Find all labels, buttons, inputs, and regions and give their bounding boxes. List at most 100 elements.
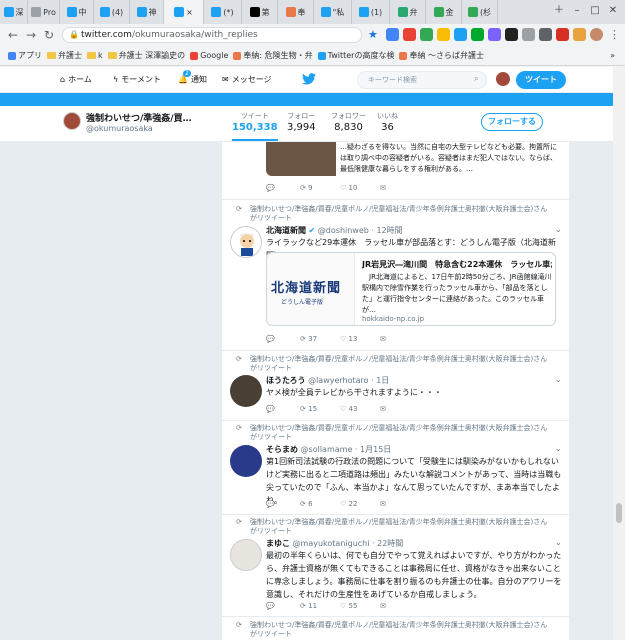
tweet-timestamp[interactable]: 22時間 [377,539,403,548]
retweet-action[interactable]: ⟳ 6 [300,500,340,508]
browser-tab[interactable]: 中 [60,0,94,24]
retweet-action[interactable]: ⟳ 37 [300,335,340,343]
message-icon[interactable]: ✉ [380,184,386,192]
forward-icon[interactable]: → [26,28,36,42]
browser-tab[interactable]: (*) [204,0,242,24]
search-icon[interactable]: ⌕ [474,74,479,84]
chevron-down-icon[interactable]: ⌄ [555,444,562,453]
chevron-down-icon[interactable]: ⌄ [555,225,562,234]
extension-icon[interactable] [505,28,518,41]
bookmark-item[interactable]: 奉納: 危険生物・弁 [233,50,313,61]
browser-tab[interactable]: (4) [94,0,130,24]
browser-tab[interactable]: 弁 [390,0,426,24]
extension-icon[interactable] [420,28,433,41]
tweet-author-name[interactable]: まゆこ [266,539,290,548]
chevron-down-icon[interactable]: ⌄ [555,375,562,384]
browser-tab[interactable]: Pro [28,0,60,24]
browser-tab[interactable]: 金 [426,0,462,24]
bookmark-star-icon[interactable]: ★ [368,28,378,42]
extension-icon[interactable] [539,28,552,41]
tweet-avatar[interactable] [230,539,262,571]
extension-icon[interactable] [403,28,416,41]
message-icon[interactable]: ✉ [380,500,386,508]
message-icon[interactable]: ✉ [380,405,386,413]
nav-notifications[interactable]: 🔔 2 通知 [178,70,207,85]
menu-icon[interactable]: ⋮ [609,28,620,42]
tweet-avatar[interactable] [230,375,262,407]
message-icon[interactable]: ✉ [380,335,386,343]
like-action[interactable]: ♡ 10 [340,184,380,192]
tweet-author-handle[interactable]: @mayukotaniguchi [293,539,370,548]
tweet-timestamp[interactable]: 12時間 [376,226,402,235]
reply-icon[interactable]: 💬 [266,602,300,610]
maximize-button[interactable]: □ [587,3,603,19]
profile-stat[interactable]: いいね 36 [377,111,398,133]
tweet-author-name[interactable]: そらまめ [266,445,298,454]
like-action[interactable]: ♡ 55 [340,602,380,610]
tweet-timestamp[interactable]: 1日 [376,376,389,385]
retweet-action[interactable]: ⟳ 15 [300,405,340,413]
tweet-author-handle[interactable]: @lawyerhotaro [308,376,368,385]
bookmark-item[interactable]: Google [190,51,228,60]
retweet-action[interactable]: ⟳ 9 [300,184,340,192]
reply-icon[interactable]: 💬 [266,405,300,413]
evernote-icon[interactable] [471,28,484,41]
message-icon[interactable]: ✉ [380,602,386,610]
like-action[interactable]: ♡ 22 [340,500,380,508]
browser-tab[interactable]: × [164,0,204,24]
bookmark-item[interactable]: アプリ [8,50,42,61]
extension-icon[interactable] [556,28,569,41]
minimize-button[interactable]: – [569,3,585,19]
profile-avatar-icon[interactable] [590,28,603,41]
tweet-avatar[interactable] [230,226,262,258]
url-field[interactable]: 🔒 twitter.com/okumuraosaka/with_replies [62,27,362,43]
back-icon[interactable]: ← [8,28,18,42]
extension-icon[interactable] [488,28,501,41]
tweet-author-name[interactable]: ほうたろう [266,376,306,385]
browser-tab[interactable]: (1) [352,0,390,24]
browser-tab[interactable]: "私 [314,0,352,24]
close-window-button[interactable]: ✕ [605,3,621,19]
reload-icon[interactable]: ↻ [44,28,54,42]
bookmark-item[interactable]: Twitterの高度な検 [317,50,394,61]
retweet-action[interactable]: ⟳ 11 [300,602,340,610]
tweet-button[interactable]: ツイート [516,71,566,89]
reply-icon[interactable]: 💬 [266,335,300,343]
reply-icon[interactable]: 💬 [266,184,300,192]
tweet-timestamp[interactable]: 1月15日 [360,445,391,454]
extension-icon[interactable] [573,28,586,41]
extension-icon[interactable] [437,28,450,41]
browser-tab[interactable]: 第 [242,0,278,24]
browser-tab[interactable]: (杉 [462,0,498,24]
extension-icon[interactable] [386,28,399,41]
profile-stat[interactable]: フォロー 3,994 [287,111,316,133]
browser-tab[interactable]: 神 [130,0,164,24]
avatar[interactable] [496,72,510,86]
tweet-author-handle[interactable]: @doshinweb [318,226,369,235]
nav-moments[interactable]: ϟ モーメント [113,74,161,85]
follow-button[interactable]: フォローする [481,113,543,131]
scrollbar[interactable] [613,67,625,640]
extension-icon[interactable] [522,28,535,41]
bookmark-item[interactable]: 弁護士 [47,50,82,61]
like-action[interactable]: ♡ 13 [340,335,380,343]
tweet-avatar[interactable] [230,445,262,477]
tweet-author-handle[interactable]: @sollamame [301,445,353,454]
bookmark-item[interactable]: k [87,51,103,60]
scrollbar-thumb[interactable] [616,503,622,523]
bookmarks-overflow-icon[interactable]: » [610,51,615,60]
reply-icon[interactable]: 💬 [266,500,300,508]
tweet-card-partial[interactable]: …疑わざるを得ない。当然に自宅の大型テレビなども必要。拘置所には取り調べ中の容疑… [266,142,562,177]
new-tab-button[interactable]: ＋ [551,3,567,19]
tweet-author-name[interactable]: 北海道新聞 [266,226,306,235]
twitter-logo-icon[interactable] [302,73,316,85]
browser-tab[interactable]: 深 [0,0,28,24]
nav-messages[interactable]: ✉ メッセージ [222,74,272,85]
profile-stat[interactable]: ツイート 150,338 [232,111,278,141]
link-card[interactable]: 北海道新聞 どうしん電子版 JR岩見沢―滝川間 特急含む22本運休 ラッセル車が… [266,252,556,326]
nav-home[interactable]: ⌂ ホーム [60,74,92,85]
profile-avatar[interactable] [63,112,81,130]
chevron-down-icon[interactable]: ⌄ [555,538,562,547]
bookmark-item[interactable]: 弁護士 深澤諭史の [107,50,185,61]
profile-stat[interactable]: フォロワー 8,830 [331,111,366,133]
